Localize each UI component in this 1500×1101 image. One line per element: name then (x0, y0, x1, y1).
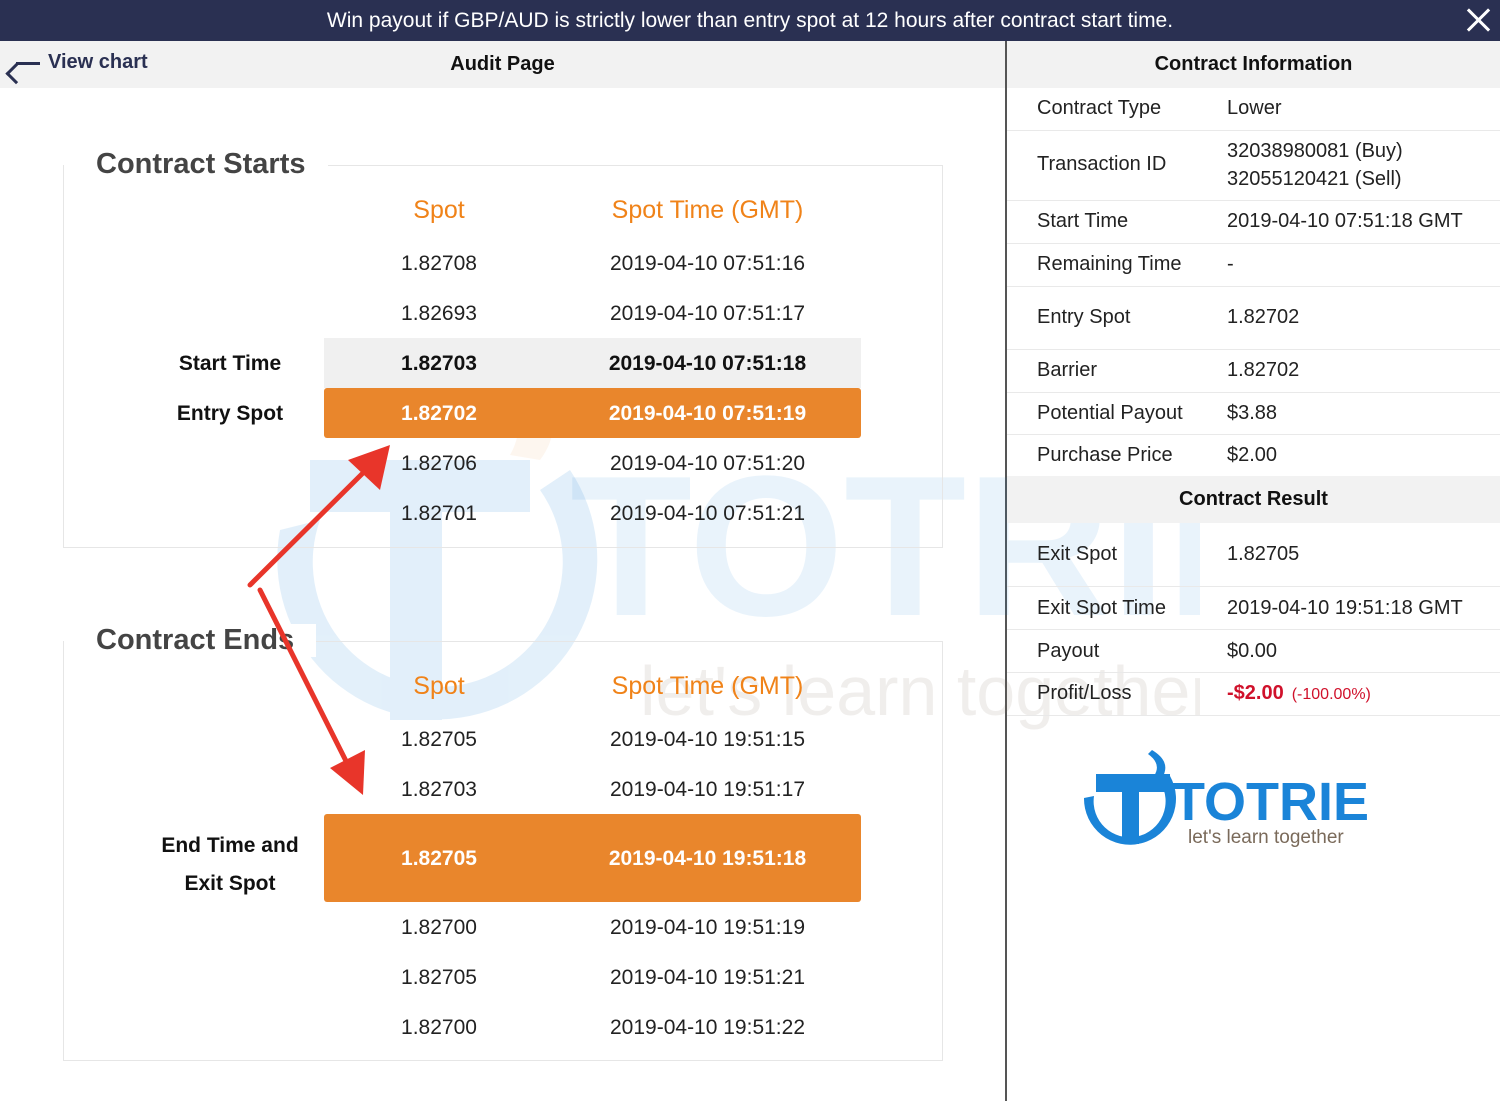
spot-value: 1.82701 (401, 502, 477, 525)
spot-value: 1.82706 (401, 452, 477, 475)
spot-time-value: 2019-04-10 07:51:18 (608, 352, 807, 375)
contract-result-header: Contract Result (1007, 476, 1500, 523)
spot-value: 1.82702 (401, 402, 477, 425)
spot-value: 1.82700 (401, 916, 477, 939)
entry-spot-key: Entry Spot (1037, 306, 1131, 328)
exit-spot-time-row: Exit Spot Time 2019-04-10 19:51:18 GMT (1007, 587, 1500, 630)
contract-ends-heading: Contract Ends (64, 624, 317, 657)
exit-spot-value: 1.82705 (1227, 543, 1300, 565)
exit-spot-row: Exit Spot 1.82705 (1007, 523, 1500, 587)
profit-loss-value: -$2.00 (1227, 682, 1284, 704)
end-time-label-line1: End Time and (161, 834, 299, 857)
spot-time-value: 2019-04-10 07:51:16 (610, 252, 805, 275)
page-title: Audit Page (450, 53, 555, 75)
exit-spot-row: 1.82705 2019-04-10 19:51:18 (324, 814, 861, 902)
purchase-price-row: Purchase Price $2.00 (1007, 435, 1500, 476)
profit-loss-value-group: -$2.00 (-100.00%) (1227, 679, 1371, 709)
spot-time-value: 2019-04-10 19:51:22 (610, 1016, 805, 1039)
spot-time-value: 2019-04-10 07:51:17 (610, 302, 805, 325)
start-time-key: Start Time (1037, 210, 1129, 232)
spot-time-value: 2019-04-10 19:51:18 (608, 847, 807, 870)
contract-type-value: Lower (1227, 97, 1282, 119)
spot-value: 1.82703 (401, 352, 477, 375)
spot-time-column-header: Spot Time (GMT) (611, 196, 804, 224)
contract-information-header: Contract Information (1007, 41, 1500, 88)
exit-spot-time-value: 2019-04-10 19:51:18 GMT (1227, 597, 1463, 619)
barrier-key: Barrier (1037, 359, 1098, 381)
remaining-time-value: - (1227, 253, 1234, 275)
logo-tagline: let's learn together (1188, 827, 1344, 848)
table-row: 1.82708 2019-04-10 07:51:16 (324, 238, 861, 288)
spot-value: 1.82705 (401, 847, 477, 870)
transaction-id-row: Transaction ID 32038980081 (Buy) 3205512… (1007, 131, 1500, 201)
spot-column-header: Spot (413, 672, 465, 700)
exit-spot-time-key: Exit Spot Time (1037, 597, 1166, 619)
table-row: 1.82693 2019-04-10 07:51:17 (324, 288, 861, 338)
spot-column-header: Spot (413, 196, 465, 224)
spot-value: 1.82708 (401, 252, 477, 275)
transaction-id-values: 32038980081 (Buy) 32055120421 (Sell) (1227, 137, 1403, 193)
totrieu-logo: TOTRIEU let's learn together (1083, 750, 1370, 848)
remaining-time-key: Remaining Time (1037, 253, 1182, 275)
entry-spot-value: 1.82702 (1227, 306, 1300, 328)
spot-value: 1.82700 (401, 1016, 477, 1039)
spot-time-value: 2019-04-10 07:51:21 (610, 502, 805, 525)
remaining-time-row: Remaining Time - (1007, 244, 1500, 287)
spot-time-value: 2019-04-10 19:51:15 (610, 728, 805, 751)
entry-spot-label: Entry Spot (176, 402, 284, 425)
end-time-exit-spot-label: End Time and Exit Spot (140, 827, 320, 903)
potential-payout-key: Potential Payout (1037, 402, 1183, 424)
potential-payout-value: $3.88 (1227, 402, 1278, 424)
profit-loss-row: Profit/Loss -$2.00 (-100.00%) (1007, 673, 1500, 716)
end-time-label-line2: Exit Spot (184, 872, 276, 895)
start-time-value: 2019-04-10 07:51:18 GMT (1227, 210, 1463, 232)
barrier-row: Barrier 1.82702 (1007, 350, 1500, 393)
banner-text: Win payout if GBP/AUD is strictly lower … (326, 8, 1174, 32)
transaction-id-sell: 32055120421 (Sell) (1227, 168, 1402, 190)
table-row: 1.82701 2019-04-10 07:51:21 (324, 488, 861, 538)
purchase-price-key: Purchase Price (1037, 444, 1173, 466)
spot-time-value: 2019-04-10 19:51:21 (610, 966, 805, 989)
table-row: 1.82705 2019-04-10 19:51:21 (324, 952, 861, 1002)
spot-value: 1.82705 (401, 728, 477, 751)
spot-value: 1.82705 (401, 966, 477, 989)
start-time-label: Start Time (178, 352, 282, 375)
logo-brand: TOTRIEU (1172, 772, 1370, 832)
spot-time-value: 2019-04-10 19:51:17 (610, 778, 805, 801)
payout-value: $0.00 (1227, 640, 1278, 662)
table-row: 1.82706 2019-04-10 07:51:20 (324, 438, 861, 488)
purchase-price-value: $2.00 (1227, 444, 1278, 466)
transaction-id-buy: 32038980081 (Buy) (1227, 140, 1403, 162)
contract-type-key: Contract Type (1037, 97, 1162, 119)
close-icon[interactable] (1462, 3, 1496, 37)
table-row: 1.82700 2019-04-10 19:51:19 (324, 902, 861, 952)
spot-time-value: 2019-04-10 07:51:20 (610, 452, 805, 475)
audit-header: View chart Audit Page (0, 41, 1005, 88)
spot-time-value: 2019-04-10 07:51:19 (608, 402, 807, 425)
barrier-value: 1.82702 (1227, 359, 1300, 381)
profit-loss-key: Profit/Loss (1037, 682, 1132, 704)
contract-type-row: Contract Type Lower (1007, 88, 1500, 131)
contract-starts-heading: Contract Starts (64, 148, 328, 181)
spot-time-column-header: Spot Time (GMT) (611, 672, 804, 700)
payout-key: Payout (1037, 640, 1100, 662)
spot-value: 1.82693 (401, 302, 477, 325)
table-row: 1.82705 2019-04-10 19:51:15 (324, 714, 861, 764)
contract-description-banner: Win payout if GBP/AUD is strictly lower … (0, 0, 1500, 41)
potential-payout-row: Potential Payout $3.88 (1007, 393, 1500, 435)
entry-spot-row: Entry Spot 1.82702 (1007, 287, 1500, 350)
table-row: 1.82703 2019-04-10 19:51:17 (324, 764, 861, 814)
start-time-row: Start Time 2019-04-10 07:51:18 GMT (1007, 201, 1500, 244)
start-time-row: 1.82703 2019-04-10 07:51:18 (324, 338, 861, 388)
payout-row: Payout $0.00 (1007, 630, 1500, 673)
entry-spot-row: 1.82702 2019-04-10 07:51:19 (324, 388, 861, 438)
spot-value: 1.82703 (401, 778, 477, 801)
exit-spot-key: Exit Spot (1037, 543, 1118, 565)
spot-time-value: 2019-04-10 19:51:19 (610, 916, 805, 939)
transaction-id-key: Transaction ID (1037, 153, 1167, 175)
table-row: 1.82700 2019-04-10 19:51:22 (324, 1002, 861, 1052)
profit-loss-percent: (-100.00%) (1291, 686, 1371, 703)
